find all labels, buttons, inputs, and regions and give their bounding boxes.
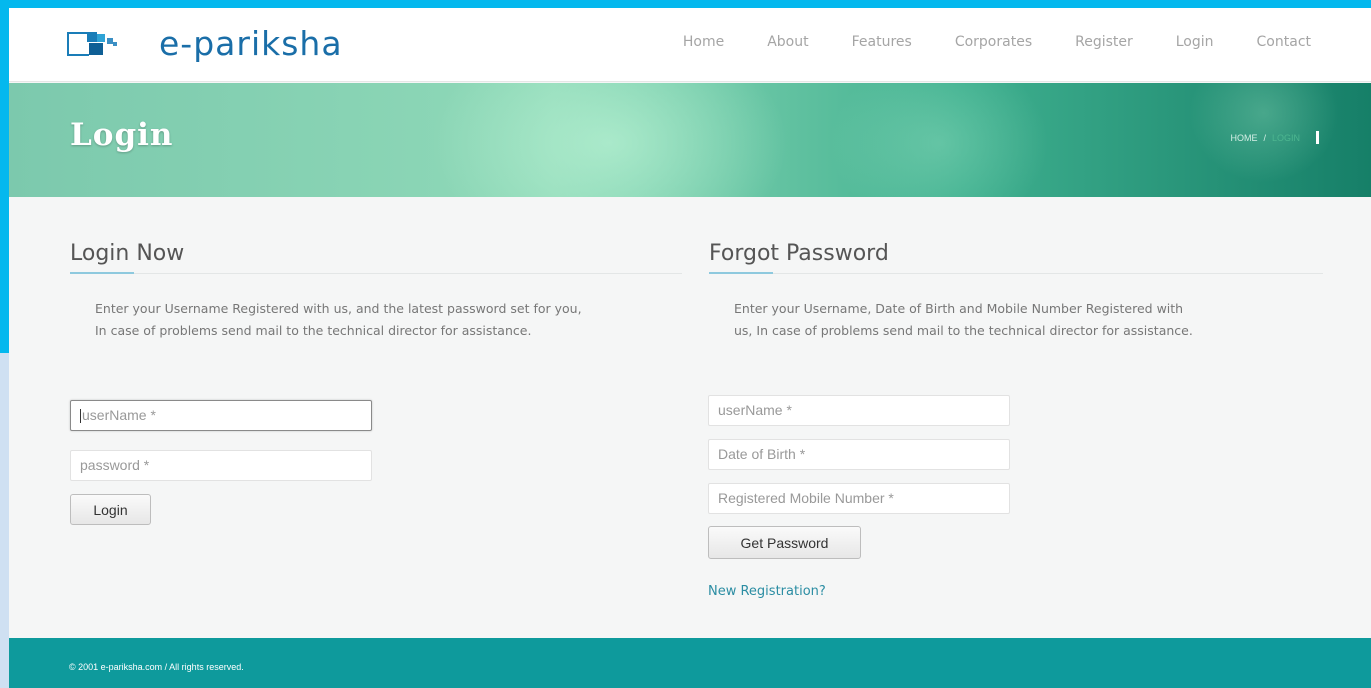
breadcrumb-current: LOGIN: [1271, 132, 1300, 143]
site-logo[interactable]: e-pariksha: [67, 24, 427, 64]
forgot-heading-accent: [709, 272, 773, 274]
username-input[interactable]: userName *: [70, 400, 372, 431]
main-nav: Home About Features Corporates Register …: [640, 32, 1311, 52]
forgot-heading: Forgot Password: [709, 241, 889, 266]
forgot-username-input[interactable]: userName *: [708, 395, 1010, 426]
banner-decoration: [829, 83, 1049, 197]
site-footer: © 2001 e-pariksha.com / All rights reser…: [9, 638, 1371, 688]
mobile-number-input[interactable]: Registered Mobile Number *: [708, 483, 1010, 514]
nav-features[interactable]: Features: [852, 32, 912, 52]
nav-corporates[interactable]: Corporates: [955, 32, 1032, 52]
login-button[interactable]: Login: [70, 494, 151, 525]
breadcrumb-separator: /: [1263, 132, 1266, 143]
breadcrumb-divider: [1316, 131, 1319, 144]
nav-home[interactable]: Home: [683, 32, 724, 52]
banner-decoration: [429, 83, 789, 197]
page-title: Login: [70, 117, 174, 153]
new-registration-link[interactable]: New Registration?: [708, 584, 826, 599]
nav-register[interactable]: Register: [1075, 32, 1133, 52]
copyright-text: © 2001 e-pariksha.com / All rights reser…: [69, 662, 244, 672]
forgot-description: Enter your Username, Date of Birth and M…: [734, 301, 1193, 338]
login-description: Enter your Username Registered with us, …: [95, 301, 582, 338]
forgot-heading-rule: [709, 273, 1323, 274]
logo-text: e-pariksha: [159, 24, 343, 63]
breadcrumb-home[interactable]: HOME: [1230, 133, 1257, 143]
site-header: e-pariksha Home About Features Corporate…: [9, 8, 1371, 82]
date-of-birth-input[interactable]: Date of Birth *: [708, 439, 1010, 470]
text-caret: [80, 409, 81, 424]
password-input[interactable]: password *: [70, 450, 372, 481]
get-password-button[interactable]: Get Password: [708, 526, 861, 559]
nav-login[interactable]: Login: [1176, 32, 1214, 52]
breadcrumb: HOME / LOGIN: [1230, 131, 1319, 144]
login-heading: Login Now: [70, 241, 185, 266]
left-edge-strip: [0, 353, 9, 688]
login-heading-accent: [70, 272, 134, 274]
nav-contact[interactable]: Contact: [1257, 32, 1311, 52]
logo-icon: [67, 28, 129, 60]
login-heading-rule: [70, 273, 682, 274]
nav-about[interactable]: About: [767, 32, 808, 52]
page-banner: Login HOME / LOGIN: [9, 83, 1371, 197]
page: e-pariksha Home About Features Corporate…: [9, 8, 1371, 688]
